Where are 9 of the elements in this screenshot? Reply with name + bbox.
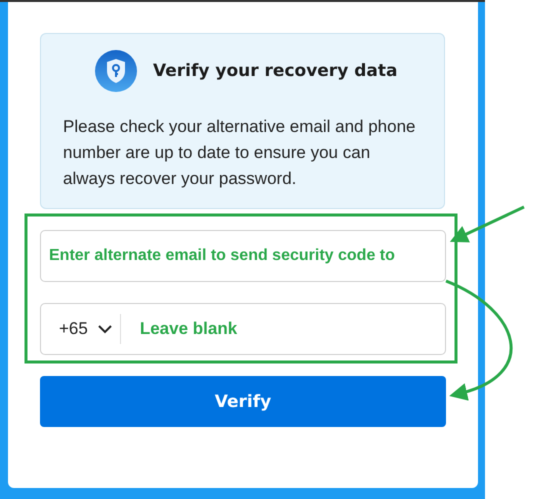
verify-button[interactable]: Verify [40, 376, 446, 427]
annotation-text: Enter alternate email to send security code to [49, 247, 395, 265]
country-code-dropdown[interactable]: +65 [49, 314, 120, 344]
chevron-down-icon [98, 324, 112, 334]
dialog-title: Verify your recovery data [153, 61, 398, 81]
phone-field[interactable]: +65 Leave blank [40, 303, 446, 355]
annotation-text: Leave blank [140, 319, 238, 339]
info-message: Please check your alternative email and phone number are up to date to ensure you can always recover your password. [63, 116, 416, 190]
shield-key-icon [95, 50, 137, 92]
